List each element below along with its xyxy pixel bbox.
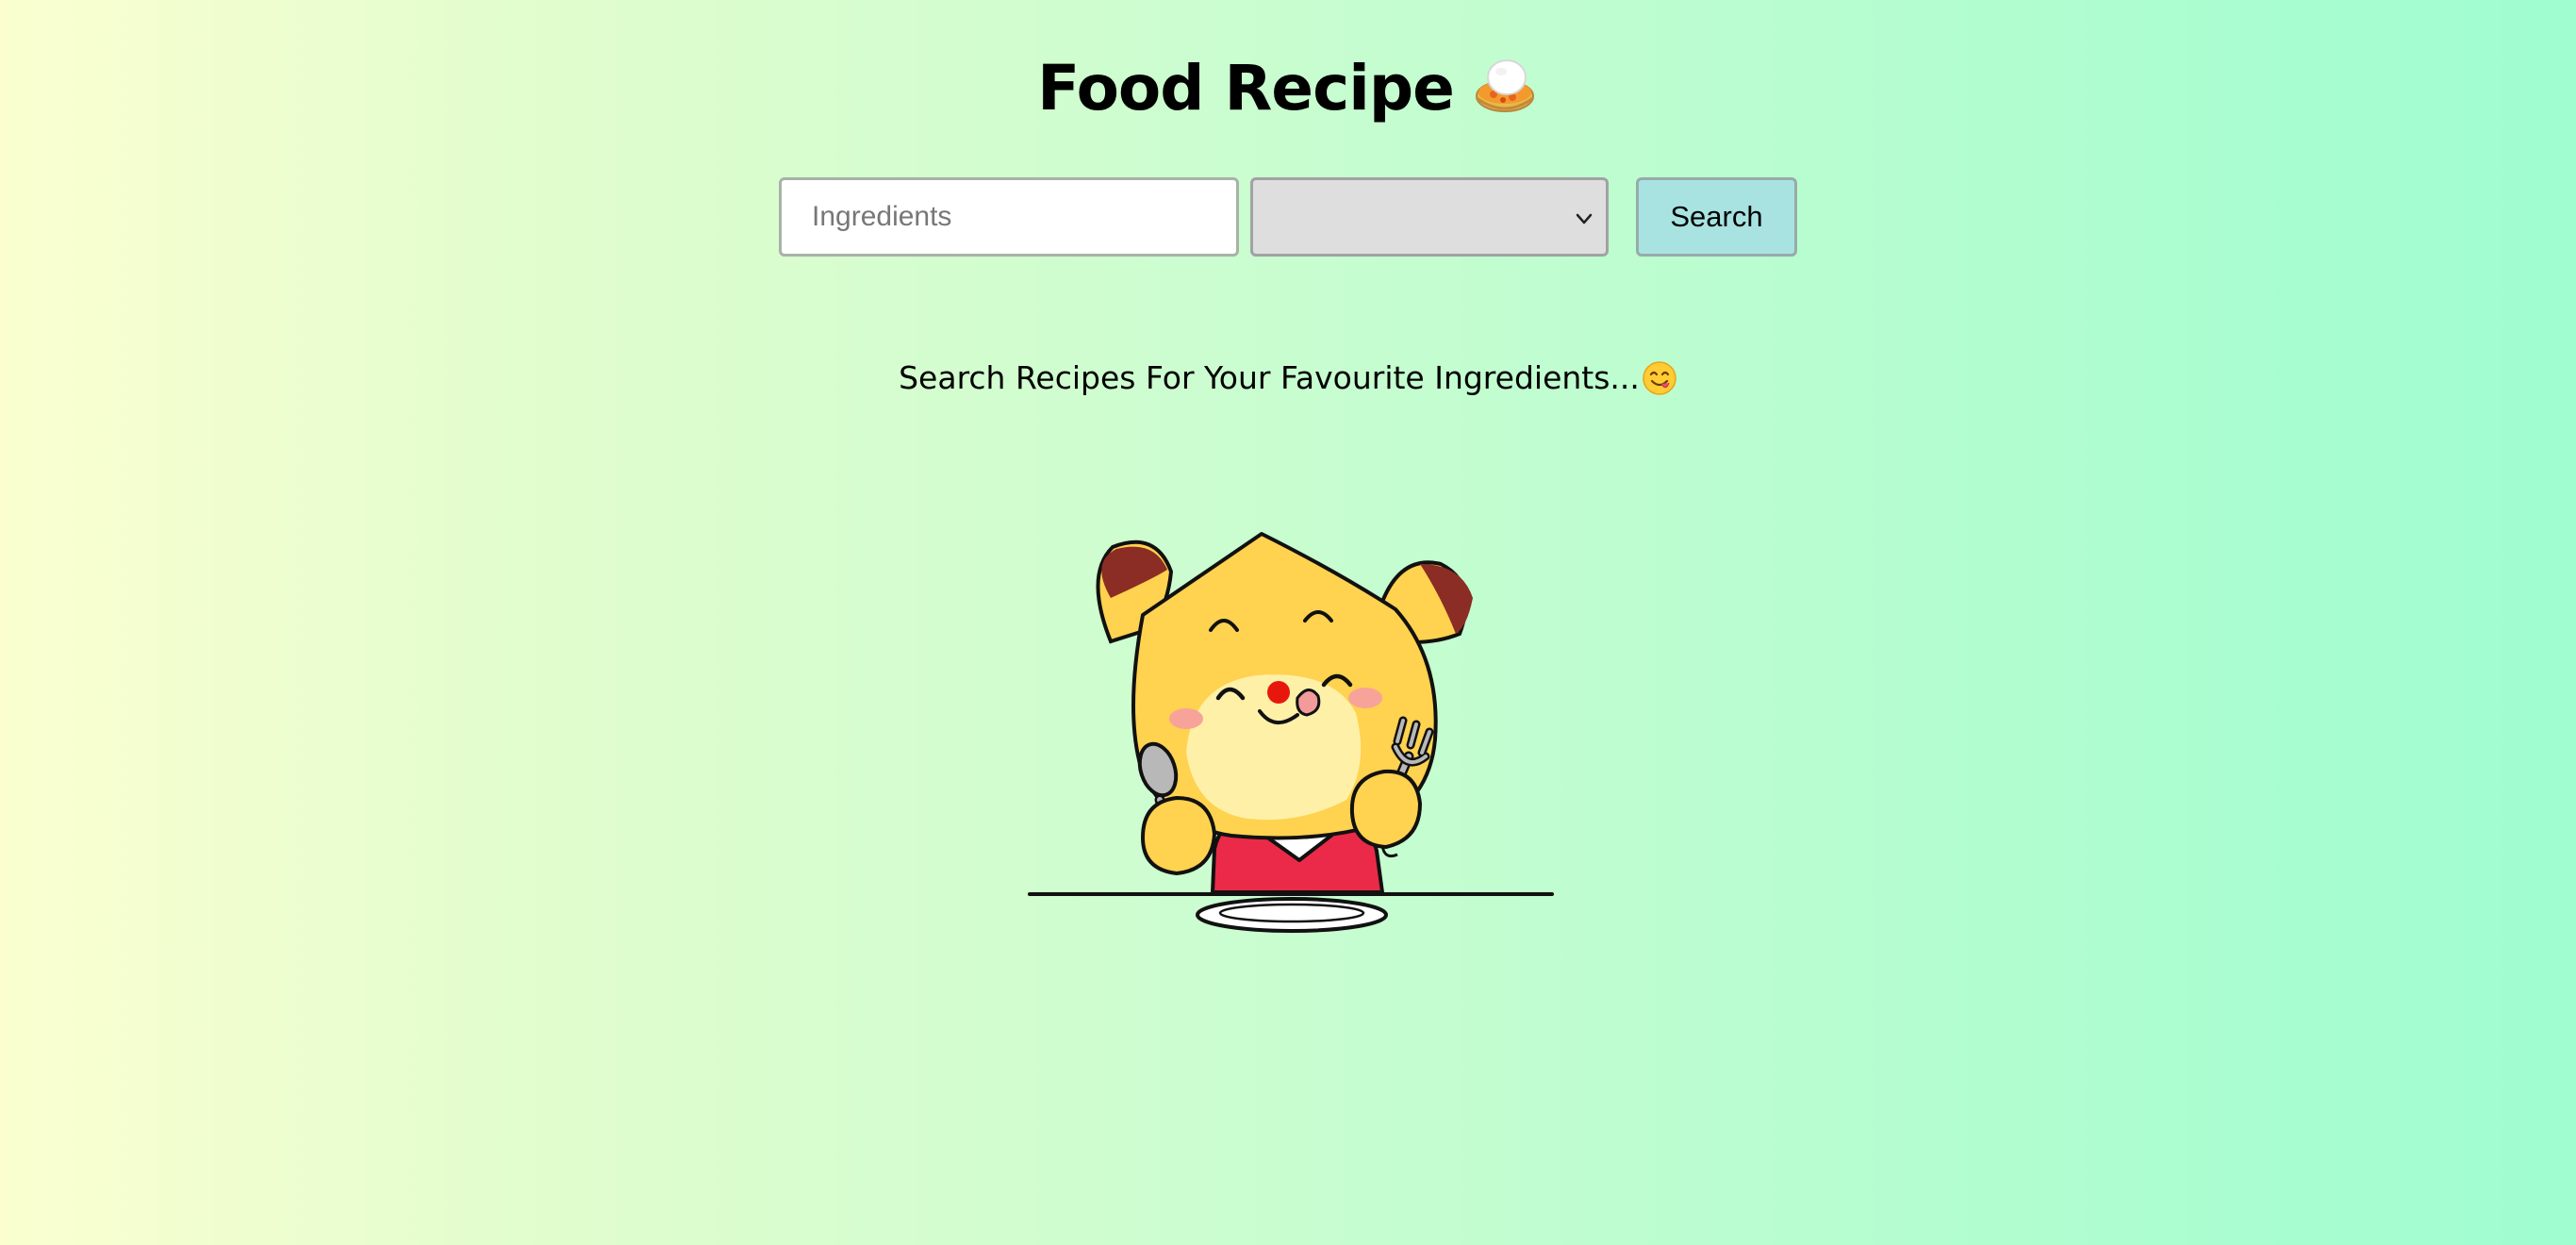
- page: Food Recipe Search Search Recipes For Yo…: [0, 0, 2576, 1245]
- yum-face-icon: [1643, 361, 1676, 395]
- ingredients-input[interactable]: [779, 177, 1239, 257]
- cartoon-mascot-eating-icon: [1028, 532, 1554, 933]
- search-prompt: Search Recipes For Your Favourite Ingred…: [0, 355, 2576, 402]
- page-title-text: Food Recipe: [1037, 52, 1455, 124]
- search-button[interactable]: Search: [1636, 177, 1797, 257]
- category-select[interactable]: [1250, 177, 1609, 257]
- search-prompt-text: Search Recipes For Your Favourite Ingred…: [899, 359, 1640, 396]
- rice-bowl-icon: [1475, 59, 1534, 112]
- page-title: Food Recipe: [0, 45, 2576, 132]
- chevron-down-icon: [1576, 213, 1593, 224]
- search-bar: Search: [779, 177, 1797, 257]
